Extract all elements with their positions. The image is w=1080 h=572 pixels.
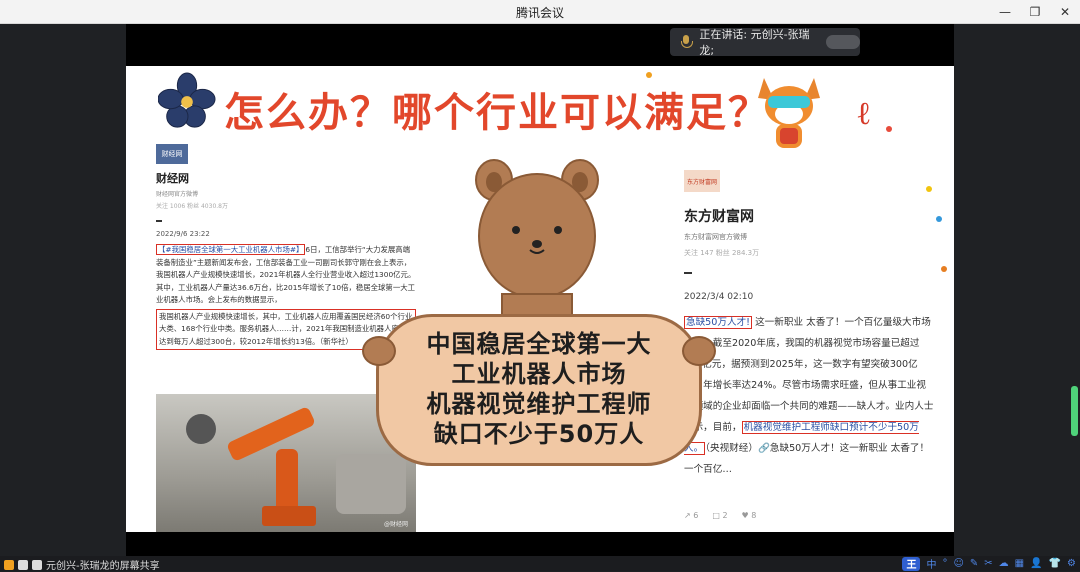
like-count: ♥ 8 [741,511,757,520]
speaking-indicator: 正在讲话: 元创兴-张瑞龙; [670,28,861,57]
eastmoney-body-text: 这一新职业 太香了！一个百亿量级大市场爆发】截至2020年底，我国的机器视觉市场… [684,317,934,433]
ime-chinese-icon[interactable]: 中 [926,556,936,571]
eastmoney-logo: 东方财富网 [684,170,720,192]
share-status: 元创兴-张瑞龙的屏幕共享 [4,557,160,572]
window-titlebar: 腾讯会议 — ❐ ✕ [0,0,1080,24]
bear-paw-left [362,336,396,366]
ime-logo-icon[interactable]: 王 [902,556,921,571]
confetti-dot [936,216,942,222]
bear-paw-right [682,336,716,366]
bottom-bar: 元创兴-张瑞龙的屏幕共享 王 中 ° ☺ ✎ ✂ ☁ ▦ 👤 👕 ⚙ [0,556,1080,572]
board-line-2: 工业机器人市场 [451,360,627,388]
skin-icon[interactable]: 👕 [1049,558,1061,569]
confetti-dot [886,126,892,132]
confetti-dot [646,72,652,78]
caijing-name: 财经网 [156,172,189,185]
bear-sign-board: 中国稳居全球第一大 工业机器人市场 机器视觉维护工程师 缺口不少于50万人 [376,314,702,466]
restore-icon[interactable]: ❐ [1020,0,1050,24]
screen-icon[interactable] [18,559,28,570]
ime-punct-icon[interactable]: ° [942,558,947,569]
emoji-icon[interactable]: ☺ [953,558,963,569]
speaking-label: 正在讲话: 元创兴-张瑞龙; [699,28,810,57]
caijing-date: 2022/9/6 23:22 [156,230,210,238]
eastmoney-body: 急缺50万人才! 这一新职业 太香了！一个百亿量级大市场爆发】截至2020年底，… [684,312,934,480]
share-label: 元创兴-张瑞龙的屏幕共享 [46,561,160,572]
settings-icon[interactable]: ⚙ [1067,558,1076,569]
volume-indicator [1071,386,1078,436]
close-icon[interactable]: ✕ [1050,0,1080,24]
caijing-stats: 关注 1006 粉丝 4030.8万 [156,203,228,210]
caijing-desc: 财经网官方微博 [156,191,199,198]
board-line-1: 中国稳居全球第一大 [426,330,652,358]
warning-icon [4,559,14,570]
ime-toolbar: 王 中 ° ☺ ✎ ✂ ☁ ▦ 👤 👕 ⚙ [902,556,1076,571]
divider [684,272,692,274]
mic-icon[interactable] [32,559,42,570]
minimize-icon[interactable]: — [990,0,1020,24]
eastmoney-stats: 关注 147 粉丝 284.3万 [684,249,760,257]
fox-mascot-icon [758,78,820,148]
comment-count: □ 2 [712,511,728,520]
board-line-3: 机器视觉维护工程师 [426,390,652,418]
board-line-4: 缺口不少于50万人 [433,420,645,448]
caijing-hashtag: 【#我国稳居全球第一大工业机器人市场#】 [156,244,306,255]
bear-mascot-icon [475,159,599,340]
user-icon[interactable]: 👤 [1030,558,1042,569]
eastmoney-name: 东方财富网 [684,209,754,225]
eastmoney-date: 2022/3/4 02:10 [684,292,754,302]
slide-headline: 怎么办？哪个行业可以满足？ [224,90,770,136]
pen-icon[interactable]: ✎ [970,558,978,569]
shared-slide: 怎么办？哪个行业可以满足？ ℓ 财经网 财经网 财经网官方微博 关注 1006 … [126,66,954,532]
eastmoney-actions: ↗ 6 □ 2 ♥ 8 [684,511,756,520]
robot-arm [225,405,317,463]
scissors-icon[interactable]: ✂ [984,558,992,569]
blurred-avatar [825,35,861,49]
photo-crowd [336,454,406,514]
photo-watermark: @财经网 [383,521,408,528]
flower-icon [158,72,216,128]
window-controls: — ❐ ✕ [990,0,1080,24]
confetti-dot [941,266,947,272]
mic-icon [680,35,694,49]
caijing-body: 【#我国稳居全球第一大工业机器人市场#】 6日，工信部举行“大力发展高端装备制造业… [156,244,416,350]
share-count: ↗ 6 [684,511,699,520]
robot-gripper [186,414,216,444]
window-title: 腾讯会议 [515,6,564,20]
board-text: 中国稳居全球第一大 工业机器人市场 机器视觉维护工程师 缺口不少于50万人 [379,329,699,449]
eastmoney-desc: 东方财富网官方微博 [684,233,747,241]
robot-base [262,506,316,526]
keyboard-icon[interactable]: ▦ [1015,558,1024,569]
swirl-decoration-icon: ℓ [856,94,872,132]
eastmoney-post: 东方财富网 东方财富网 东方财富网官方微博 关注 147 粉丝 284.3万 2… [684,170,934,520]
divider [156,220,162,222]
cloud-icon[interactable]: ☁ [999,558,1009,569]
caijing-logo: 财经网 [156,144,188,164]
eastmoney-body-tail: （央视财经）🔗急缺50万人才！这一新职业 太香了！一个百亿… [684,443,930,475]
eastmoney-hashtag: 急缺50万人才! [684,316,753,329]
